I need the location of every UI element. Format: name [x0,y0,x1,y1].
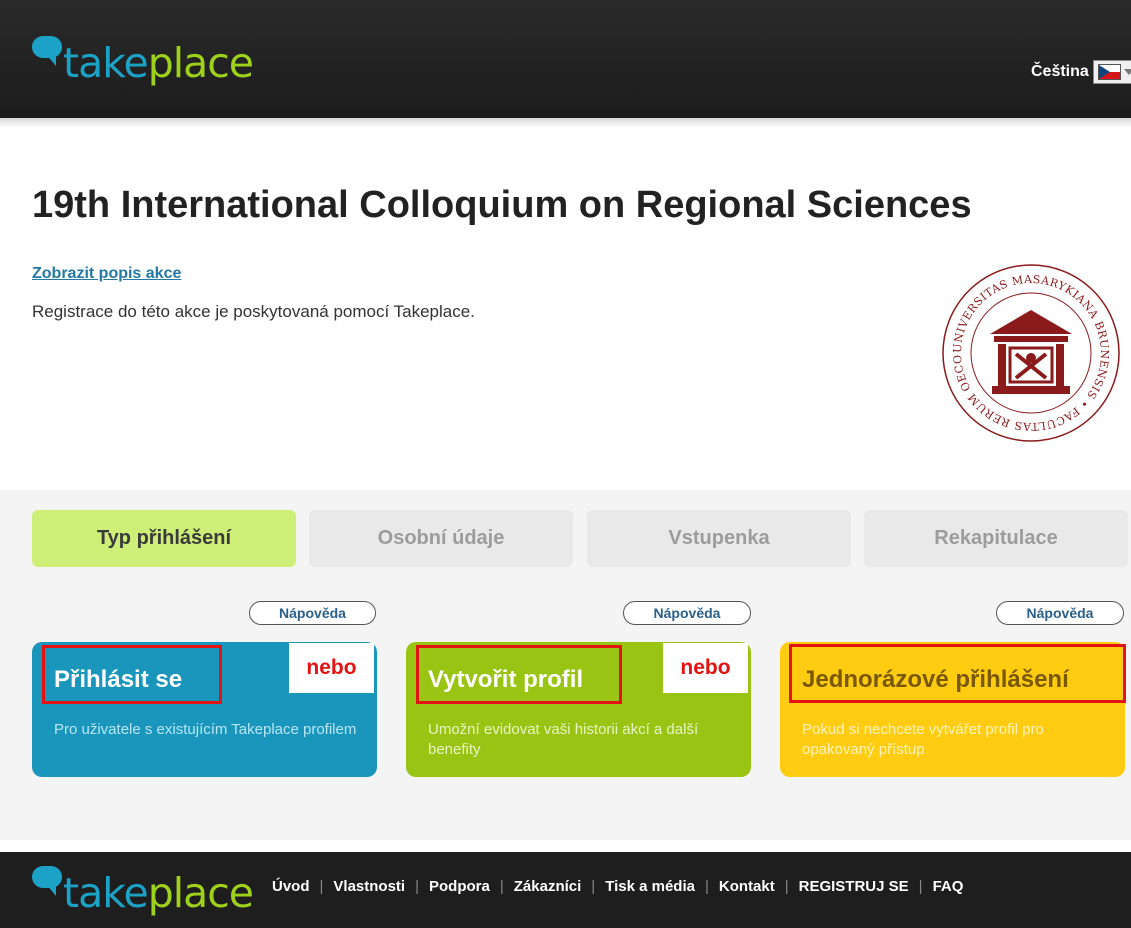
option-description: Pro uživatele s existujícím Takeplace pr… [54,721,357,738]
footer-link-support[interactable]: Podpora [429,878,490,895]
footer-link-features[interactable]: Vlastnosti [333,878,405,895]
logo-text: takeplace [63,39,254,87]
chevron-down-icon [1123,69,1131,75]
step-personal-data[interactable]: Osobní údaje [309,510,573,567]
header-divider [0,118,1131,128]
university-seal-logo: UNIVERSITAS MASARYKIANA BRUNENSIS • FACU… [940,262,1120,442]
footer-link-customers[interactable]: Zákazníci [514,878,582,895]
footer-link-register[interactable]: REGISTRUJ SE [799,878,909,895]
logo-text: takeplace [63,869,254,917]
step-ticket[interactable]: Vstupenka [587,510,851,567]
czech-flag-icon [1097,64,1121,80]
highlight-box [42,645,222,704]
footer-link-faq[interactable]: FAQ [933,878,964,895]
footer-nav: Úvod | Vlastnosti | Podpora | Zákazníci … [272,878,964,895]
footer-link-home[interactable]: Úvod [272,878,310,895]
language-selector[interactable]: Čeština [1031,60,1131,84]
or-separator: nebo [289,643,374,693]
registration-note: Registrace do této akce je poskytovaná p… [32,302,475,321]
step-login-type[interactable]: Typ přihlášení [32,510,296,567]
highlight-box [789,644,1126,703]
takeplace-logo[interactable]: takeplace [32,36,254,87]
speech-bubble-icon [32,866,62,896]
footer-bar: takeplace Úvod | Vlastnosti | Podpora | … [0,852,1131,928]
footer-link-press[interactable]: Tisk a média [605,878,695,895]
event-title: 19th International Colloquium on Regiona… [32,184,972,226]
show-event-description-link[interactable]: Zobrazit popis akce [32,265,181,283]
speech-bubble-icon [32,36,62,66]
or-separator: nebo [663,643,748,693]
header-bar: takeplace Čeština [0,0,1131,118]
option-description: Umožní evidovat vaši historii akcí a dal… [428,721,699,758]
language-dropdown[interactable] [1092,60,1131,84]
help-button-login[interactable]: Nápověda [249,601,376,625]
highlight-box [416,645,622,704]
footer-takeplace-logo[interactable]: takeplace [32,866,254,917]
registration-panel: Typ přihlášení Osobní údaje Vstupenka Re… [0,490,1131,840]
footer-link-contact[interactable]: Kontakt [719,878,775,895]
help-button-one-time[interactable]: Nápověda [996,601,1124,625]
step-summary[interactable]: Rekapitulace [864,510,1128,567]
help-button-create-profile[interactable]: Nápověda [623,601,751,625]
option-description: Pokud si nechcete vytvářet profil pro op… [802,721,1044,758]
language-label: Čeština [1031,63,1089,80]
